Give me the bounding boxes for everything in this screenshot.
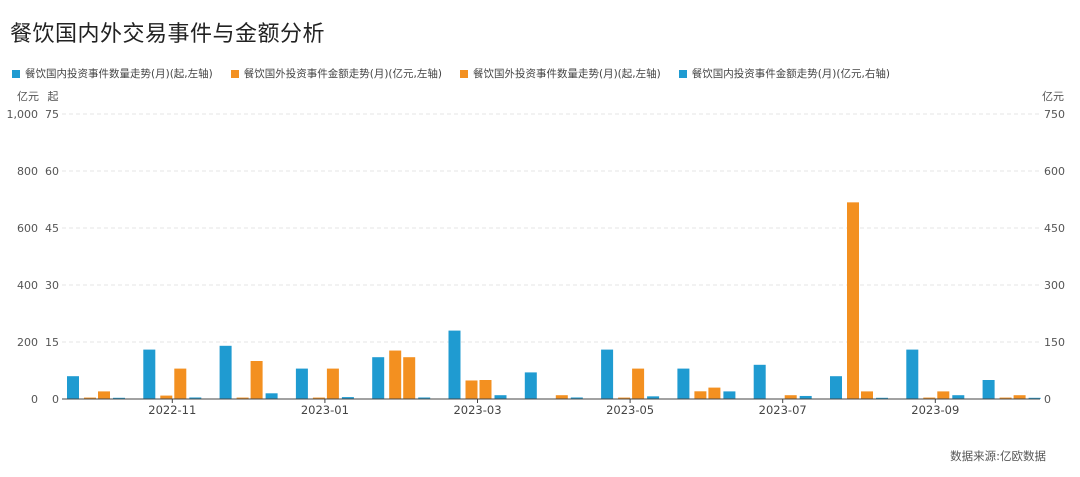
bar-2023-04-series-1[interactable] xyxy=(524,372,537,399)
left-axis-2-tick: 45 xyxy=(45,222,59,235)
x-axis-tick-label: 2023-09 xyxy=(911,403,959,417)
bar-2022-11-series-2[interactable] xyxy=(160,395,173,399)
x-axis-tick-label: 2023-03 xyxy=(453,403,501,417)
bar-2023-09-series-4[interactable] xyxy=(952,395,965,399)
bar-2023-05-series-3[interactable] xyxy=(632,368,645,399)
left-axis-2-tick: 30 xyxy=(45,279,59,292)
bar-2023-02-series-3[interactable] xyxy=(403,357,416,399)
bar-2022-10-series-3[interactable] xyxy=(98,391,110,399)
bar-2023-06-series-2[interactable] xyxy=(694,391,707,399)
bar-2022-12-series-4[interactable] xyxy=(265,393,278,399)
left-axis-1-tick: 200 xyxy=(17,336,38,349)
bar-2023-09-series-1[interactable] xyxy=(906,349,919,399)
x-axis-tick-label: 2022-11 xyxy=(148,403,196,417)
bar-2023-02-series-1[interactable] xyxy=(372,357,385,399)
left-axis-1-unit: 亿元 xyxy=(17,90,39,103)
right-axis-tick: 750 xyxy=(1044,108,1065,121)
bar-2023-06-series-4[interactable] xyxy=(723,391,736,399)
bar-2023-03-series-3[interactable] xyxy=(479,380,492,399)
bar-2023-10-series-3[interactable] xyxy=(1013,395,1026,399)
left-axis-2-tick: 0 xyxy=(52,393,59,406)
bar-2023-02-series-2[interactable] xyxy=(389,350,402,399)
left-axis-1-tick: 400 xyxy=(17,279,38,292)
left-axis-2-tick: 75 xyxy=(45,108,59,121)
bar-2023-08-series-2[interactable] xyxy=(847,202,859,399)
x-axis-tick-label: 2023-07 xyxy=(759,403,807,417)
bar-2023-09-series-3[interactable] xyxy=(937,391,950,399)
x-axis-tick-label: 2023-05 xyxy=(606,403,654,417)
x-axis-tick-label: 2023-01 xyxy=(301,403,349,417)
left-axis-2-tick: 15 xyxy=(45,336,59,349)
bar-2022-11-series-1[interactable] xyxy=(143,349,156,399)
bar-2022-12-series-1[interactable] xyxy=(219,345,232,399)
bar-2023-06-series-3[interactable] xyxy=(708,387,721,399)
right-axis-unit: 亿元 xyxy=(1042,90,1064,103)
bar-2022-12-series-3[interactable] xyxy=(250,361,263,399)
left-axis-1-tick: 600 xyxy=(17,222,38,235)
bar-2023-04-series-3[interactable] xyxy=(555,395,568,399)
bar-2022-10-series-1[interactable] xyxy=(67,376,79,399)
bar-2023-06-series-1[interactable] xyxy=(677,368,690,399)
bar-2023-01-series-3[interactable] xyxy=(326,368,339,399)
left-axis-1-tick: 800 xyxy=(17,165,38,178)
bar-2023-07-series-1[interactable] xyxy=(753,364,766,399)
bar-2023-05-series-1[interactable] xyxy=(601,349,614,399)
left-axis-2-unit: 起 xyxy=(48,90,59,103)
right-axis-tick: 300 xyxy=(1044,279,1065,292)
bar-2023-08-series-1[interactable] xyxy=(830,376,842,399)
bar-2022-11-series-3[interactable] xyxy=(174,368,187,399)
left-axis-1-tick: 0 xyxy=(31,393,38,406)
bar-2023-03-series-2[interactable] xyxy=(465,380,478,399)
bar-2023-03-series-1[interactable] xyxy=(448,330,461,399)
bar-2023-08-series-3[interactable] xyxy=(861,391,873,399)
bar-chart: 亿元起亿元1,000 75 750800 60 600600 45 450400 30 3002… xyxy=(7,90,1066,417)
right-axis-tick: 0 xyxy=(1044,393,1051,406)
left-axis-1-tick: 1,000 xyxy=(7,108,39,121)
bar-2023-07-series-3[interactable] xyxy=(784,395,797,399)
right-axis-tick: 600 xyxy=(1044,165,1065,178)
right-axis-tick: 150 xyxy=(1044,336,1065,349)
data-source: 数据来源:亿欧数据 xyxy=(950,449,1046,463)
bar-2023-10-series-1[interactable] xyxy=(982,380,995,399)
left-axis-2-tick: 60 xyxy=(45,165,59,178)
right-axis-tick: 450 xyxy=(1044,222,1065,235)
bar-2023-03-series-4[interactable] xyxy=(494,395,507,399)
bar-2023-01-series-1[interactable] xyxy=(295,368,308,399)
